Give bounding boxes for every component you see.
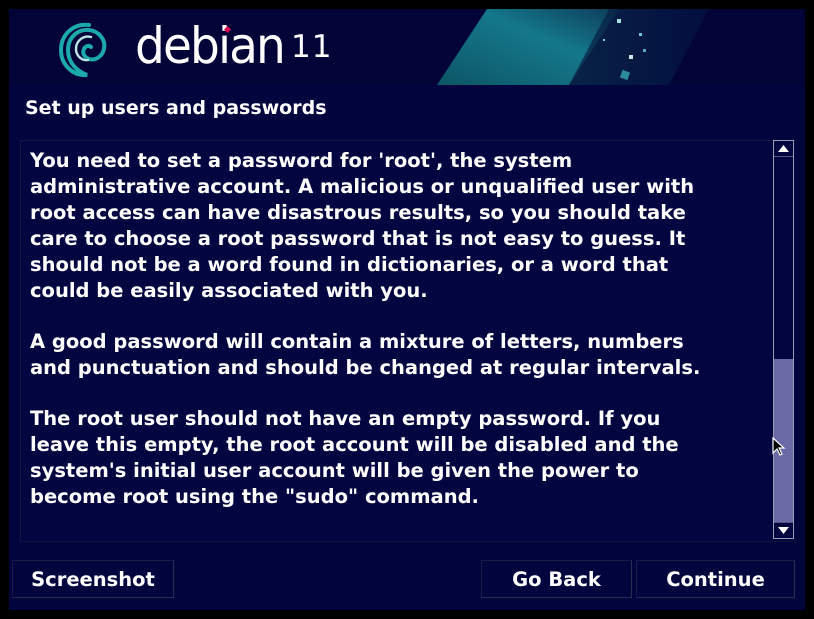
debian-banner: debian 11 [9,9,805,85]
paragraph-empty-password: The root user should not have an empty p… [30,407,679,508]
debian-wordmark: debian [135,17,286,75]
description-text: You need to set a password for 'root', t… [30,148,766,535]
page-title: Set up users and passwords [25,97,327,119]
continue-button[interactable]: Continue [636,560,795,598]
debian-swirl-icon [58,22,107,78]
banner-artwork [437,9,709,85]
go-back-button[interactable]: Go Back [481,560,632,598]
logo-dot [224,26,232,34]
arrow-down-icon [778,527,789,534]
paragraph-good-password: A good password will contain a mixture o… [30,330,701,379]
description-panel: You need to set a password for 'root', t… [20,140,795,542]
mouse-pointer-icon [772,437,786,456]
installer-window: debian 11 Set up users and passwords You… [9,9,805,610]
paragraph-root-password: You need to set a password for 'root', t… [30,149,695,302]
scroll-up-button[interactable] [774,141,793,157]
screenshot-button[interactable]: Screenshot [12,560,174,598]
version-number: 11 [291,29,333,65]
scroll-down-button[interactable] [774,522,793,538]
vertical-scrollbar[interactable] [773,140,794,539]
arrow-up-icon [778,145,789,152]
